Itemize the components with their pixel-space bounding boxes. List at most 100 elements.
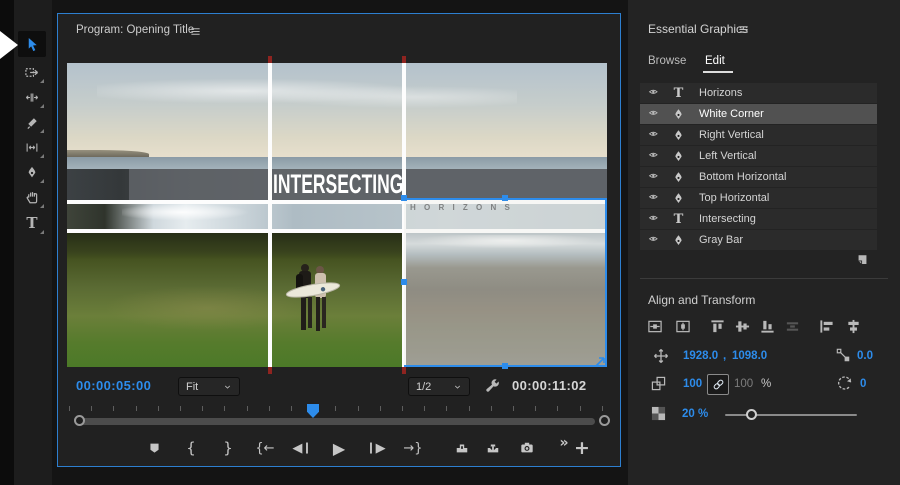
visibility-eye-icon[interactable]	[647, 151, 661, 162]
export-frame-button[interactable]	[514, 435, 540, 461]
align-bottom-icon[interactable]	[760, 319, 782, 337]
lift-button[interactable]	[449, 435, 475, 461]
ruler-tick	[602, 406, 603, 411]
scale-value[interactable]: 100	[683, 378, 702, 390]
scrollbar-right-knob[interactable]	[599, 415, 610, 426]
ruler-tick	[69, 406, 70, 411]
ruler-tick	[535, 406, 536, 411]
layer-row-left-vertical[interactable]: Left Vertical	[640, 146, 877, 166]
scrollbar-left-knob[interactable]	[74, 415, 85, 426]
tab-browse[interactable]: Browse	[648, 55, 686, 67]
subtool-indicator	[40, 154, 44, 158]
layer-row-white-corner[interactable]: White Corner	[640, 104, 877, 124]
layer-label: Intersecting	[699, 213, 756, 225]
go-to-out-button[interactable]: →}	[400, 435, 426, 461]
scale-icon[interactable]	[651, 376, 666, 391]
monitor-scrollbar[interactable]	[67, 415, 607, 427]
visibility-eye-icon[interactable]	[647, 109, 661, 120]
pen-tool[interactable]	[18, 159, 46, 185]
align-frame-vertical-icon[interactable]	[674, 319, 696, 337]
extract-button[interactable]	[480, 435, 506, 461]
zoom-level-select[interactable]: Fit	[178, 377, 240, 396]
opacity-slider-knob[interactable]	[746, 409, 757, 420]
playback-resolution-select[interactable]: 1/2	[408, 377, 470, 396]
opacity-slider[interactable]	[725, 414, 857, 416]
layer-row-bottom-horizontal[interactable]: Bottom Horizontal	[640, 167, 877, 187]
tab-edit[interactable]: Edit	[705, 55, 725, 67]
panel-menu-icon[interactable]	[189, 26, 202, 37]
layer-row-gray-bar[interactable]: Gray Bar	[640, 230, 877, 250]
scale-link-toggle[interactable]	[707, 374, 729, 395]
add-control-button[interactable]: +	[569, 435, 595, 461]
current-timecode[interactable]: 00:00:05:00	[76, 378, 151, 393]
rotation-icon[interactable]	[837, 375, 853, 391]
mark-in-button[interactable]: {	[178, 435, 204, 461]
ruler-tick	[158, 406, 159, 411]
align-horizontal-center-icon[interactable]	[846, 319, 868, 337]
panel-menu-icon[interactable]	[737, 24, 750, 35]
mark-out-button[interactable]: }	[215, 435, 241, 461]
position-x-value[interactable]: 1928.0	[683, 350, 718, 362]
step-forward-button[interactable]: ❙▶	[363, 435, 389, 461]
ripple-edit-tool[interactable]	[18, 84, 46, 110]
distant-land	[67, 150, 149, 157]
visibility-eye-icon[interactable]	[647, 130, 661, 141]
scrollbar-track[interactable]	[79, 418, 595, 425]
selection-handle-bottom-middle[interactable]	[502, 363, 508, 369]
new-layer-button[interactable]	[855, 253, 870, 267]
left-vertical-line	[268, 63, 272, 367]
ruler-tick	[136, 406, 137, 411]
ruler-tick	[469, 406, 470, 411]
ruler-tick	[446, 406, 447, 411]
step-back-button[interactable]: ◀❙	[289, 435, 315, 461]
white-corner-selection[interactable]	[404, 198, 607, 367]
selection-tool[interactable]	[18, 31, 46, 57]
position-separator: ,	[723, 350, 726, 362]
duration-timecode: 00:00:11:02	[512, 378, 587, 393]
opacity-icon[interactable]	[651, 406, 666, 421]
layer-row-intersecting[interactable]: T Intersecting	[640, 209, 877, 229]
hand-tool[interactable]	[18, 184, 46, 210]
subtool-indicator	[40, 179, 44, 183]
pen-layer-icon	[672, 233, 685, 248]
align-left-icon[interactable]	[819, 319, 841, 337]
align-vertical-center-icon[interactable]	[735, 319, 757, 337]
visibility-eye-icon[interactable]	[647, 235, 661, 246]
layer-row-top-horizontal[interactable]: Top Horizontal	[640, 188, 877, 208]
layer-label: White Corner	[699, 108, 764, 120]
video-preview[interactable]: INTERSECTING H O R I Z O N S	[67, 63, 607, 367]
anchor-value[interactable]: 0.0	[857, 350, 873, 362]
visibility-eye-icon[interactable]	[647, 88, 661, 99]
position-icon[interactable]	[653, 348, 669, 364]
selection-corner-anchor[interactable]	[595, 355, 607, 367]
visibility-eye-icon[interactable]	[647, 172, 661, 183]
play-button[interactable]: ▶	[326, 435, 352, 461]
text-layer-icon: T	[672, 213, 685, 226]
position-y-value[interactable]: 1098.0	[732, 350, 767, 362]
visibility-eye-icon[interactable]	[647, 214, 661, 225]
align-top-icon[interactable]	[710, 319, 732, 337]
selection-handle-top-left[interactable]	[401, 195, 407, 201]
layer-row-horizons[interactable]: THorizons	[640, 83, 877, 103]
slip-tool[interactable]	[18, 134, 46, 160]
track-select-tool[interactable]	[18, 59, 46, 85]
subtool-indicator	[40, 79, 44, 83]
selection-handle-top-middle[interactable]	[502, 195, 508, 201]
selection-handle-middle-left[interactable]	[401, 279, 407, 285]
rotation-value[interactable]: 0	[860, 378, 866, 390]
type-tool[interactable]: T	[18, 210, 46, 236]
razor-tool[interactable]	[18, 109, 46, 135]
ruler-tick	[491, 406, 492, 411]
go-to-in-button[interactable]: {←	[252, 435, 278, 461]
opacity-value[interactable]: 20 %	[682, 408, 708, 420]
ruler-tick	[402, 406, 403, 411]
add-marker-button[interactable]	[141, 435, 167, 461]
layer-row-right-vertical[interactable]: Right Vertical	[640, 125, 877, 145]
ruler-tick	[113, 406, 114, 411]
anchor-point-icon[interactable]	[836, 348, 850, 362]
visibility-eye-icon[interactable]	[647, 193, 661, 204]
red-guide-tick	[402, 367, 406, 374]
essential-graphics-title: Essential Graphics	[648, 22, 748, 36]
settings-wrench-icon[interactable]	[485, 378, 501, 394]
align-frame-horizontal-icon[interactable]	[646, 319, 668, 337]
